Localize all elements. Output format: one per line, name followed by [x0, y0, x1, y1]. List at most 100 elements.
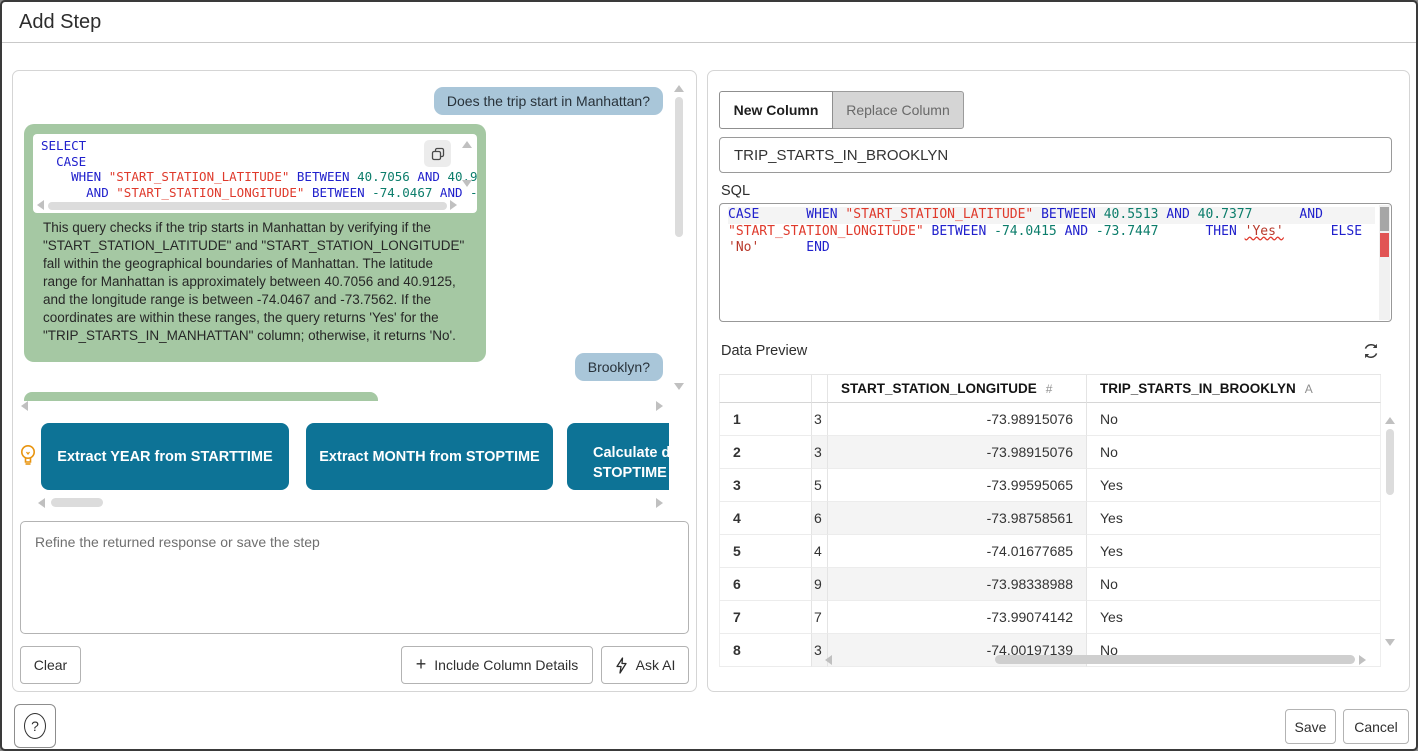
chat-scroll-down-arrow[interactable] [674, 383, 684, 390]
sql-editor-code: CASE WHEN "START_STATION_LATITUDE" BETWE… [728, 207, 1375, 257]
tab-new-column[interactable]: New Column [719, 91, 833, 129]
clipped-column-cell: 5 [812, 469, 828, 502]
suggestion-button[interactable]: Extract YEAR from STARTTIME [41, 423, 289, 490]
suggestion-button[interactable]: Extract MONTH from STOPTIME [306, 423, 553, 490]
code-scroll-right-arrow[interactable] [450, 200, 457, 210]
lightbulb-icon [16, 443, 40, 469]
refresh-button[interactable] [1361, 341, 1383, 363]
clipped-column-cell: 3 [812, 403, 828, 436]
table-scroll-left-arrow[interactable] [825, 655, 832, 665]
tab-new-column-label: New Column [734, 102, 819, 118]
table-vertical-scrollbar[interactable] [1386, 429, 1394, 495]
table-body: 13-73.98915076No23-73.98915076No35-73.99… [719, 403, 1381, 667]
suggestions-scroll-right-arrow[interactable] [656, 498, 663, 508]
suggestion-carousel: Extract YEAR from STARTTIME Extract MONTH… [41, 423, 669, 490]
longitude-cell: -74.01677685 [828, 535, 1087, 568]
trip-starts-in-brooklyn-cell: No [1087, 436, 1381, 469]
suggestions-horizontal-scrollbar[interactable] [51, 498, 103, 507]
row-number-cell: 8 [719, 634, 812, 667]
user-message: Brooklyn? [575, 353, 663, 381]
table-row[interactable]: 13-73.98915076No [719, 403, 1381, 436]
code-scroll-left-arrow[interactable] [37, 200, 44, 210]
sql-editor[interactable]: CASE WHEN "START_STATION_LATITUDE" BETWE… [719, 203, 1392, 322]
data-preview-table: START_STATION_LONGITUDE # TRIP_STARTS_IN… [719, 374, 1381, 669]
page-title: Add Step [19, 11, 101, 34]
code-scroll-down-arrow[interactable] [462, 180, 472, 187]
table-row[interactable]: 69-73.98338988No [719, 568, 1381, 601]
chat-scroll-up-arrow[interactable] [674, 85, 684, 92]
suggestions-scroll-left-arrow[interactable] [38, 498, 45, 508]
table-header-row: START_STATION_LONGITUDE # TRIP_STARTS_IN… [719, 375, 1381, 403]
table-row[interactable]: 35-73.99595065Yes [719, 469, 1381, 502]
help-button[interactable]: ? [14, 704, 56, 748]
column-editor-panel: New Column Replace Column SQL CASE WHEN … [707, 70, 1410, 692]
copy-button[interactable] [424, 140, 451, 167]
include-column-details-button[interactable]: + Include Column Details [401, 646, 593, 684]
trip-starts-in-brooklyn-cell: No [1087, 403, 1381, 436]
row-number-cell: 3 [719, 469, 812, 502]
longitude-cell: -73.98338988 [828, 568, 1087, 601]
save-button-label: Save [1295, 719, 1327, 735]
table-horizontal-scroll [825, 654, 1366, 666]
table-row[interactable]: 23-73.98915076No [719, 436, 1381, 469]
carousel-right-arrow[interactable] [656, 401, 663, 411]
header-clipped-column [812, 375, 828, 403]
assistant-message-clipped [24, 392, 378, 401]
text-type-icon: A [1305, 382, 1313, 396]
sql-editor-scrollbar[interactable] [1379, 205, 1390, 320]
longitude-cell: -73.98915076 [828, 403, 1087, 436]
clipped-column-cell: 9 [812, 568, 828, 601]
row-number-cell: 2 [719, 436, 812, 469]
table-scroll-right-arrow[interactable] [1359, 655, 1366, 665]
chat-vertical-scrollbar[interactable] [675, 97, 683, 237]
longitude-cell: -73.98915076 [828, 436, 1087, 469]
user-message: Does the trip start in Manhattan? [434, 87, 663, 115]
header-trip-starts-in-brooklyn[interactable]: TRIP_STARTS_IN_BROOKLYN A [1087, 375, 1381, 403]
longitude-cell: -73.98758561 [828, 502, 1087, 535]
plus-icon: + [416, 654, 427, 675]
tab-replace-column-label: Replace Column [846, 102, 950, 118]
table-scroll-down-arrow[interactable] [1385, 639, 1395, 646]
suggestions-hint [16, 443, 40, 474]
include-button-label: Include Column Details [434, 657, 578, 673]
sql-error-marker [1380, 233, 1389, 257]
data-preview-label: Data Preview [721, 343, 807, 359]
title-divider [2, 42, 1416, 43]
table-row[interactable]: 77-73.99074142Yes [719, 601, 1381, 634]
trip-starts-in-brooklyn-cell: Yes [1087, 535, 1381, 568]
table-scroll-up-arrow[interactable] [1385, 417, 1395, 424]
copy-icon [431, 147, 445, 161]
code-scroll-up-arrow[interactable] [462, 141, 472, 148]
cancel-button[interactable]: Cancel [1343, 709, 1409, 744]
number-type-icon: # [1046, 382, 1053, 396]
clear-button-label: Clear [34, 657, 67, 673]
trip-starts-in-brooklyn-cell: Yes [1087, 601, 1381, 634]
table-row[interactable]: 54-74.01677685Yes [719, 535, 1381, 568]
sql-scrollbar-thumb[interactable] [1380, 207, 1389, 231]
ask-ai-button-label: Ask AI [636, 657, 676, 673]
ask-ai-button[interactable]: Ask AI [601, 646, 689, 684]
header-row-number [719, 375, 812, 403]
column-name-input[interactable] [719, 137, 1392, 173]
refine-prompt-input[interactable] [20, 521, 689, 634]
add-step-dialog: Add Step Does the trip start in Manhatta… [0, 0, 1418, 751]
carousel-left-arrow[interactable] [21, 401, 28, 411]
row-number-cell: 7 [719, 601, 812, 634]
table-horizontal-scrollbar[interactable] [995, 655, 1355, 664]
save-button[interactable]: Save [1285, 709, 1336, 744]
header-start-station-longitude[interactable]: START_STATION_LONGITUDE # [828, 375, 1087, 403]
assistant-explanation: This query checks if the trip starts in … [33, 213, 477, 354]
column-header-label: TRIP_STARTS_IN_BROOKLYN [1100, 381, 1296, 396]
suggestion-button[interactable]: Calculate diffe STOPTIME and [567, 423, 669, 490]
trip-starts-in-brooklyn-cell: Yes [1087, 502, 1381, 535]
code-horizontal-scrollbar[interactable] [48, 202, 447, 210]
column-header-label: START_STATION_LONGITUDE [841, 381, 1037, 396]
tab-replace-column[interactable]: Replace Column [832, 91, 964, 129]
sql-code-snippet: SELECT CASE WHEN "START_STATION_LATITUDE… [41, 138, 451, 200]
clear-button[interactable]: Clear [20, 646, 81, 684]
trip-starts-in-brooklyn-cell: No [1087, 568, 1381, 601]
table-row[interactable]: 46-73.98758561Yes [719, 502, 1381, 535]
assistant-message: SELECT CASE WHEN "START_STATION_LATITUDE… [24, 124, 486, 362]
clipped-column-cell: 3 [812, 436, 828, 469]
row-number-cell: 6 [719, 568, 812, 601]
